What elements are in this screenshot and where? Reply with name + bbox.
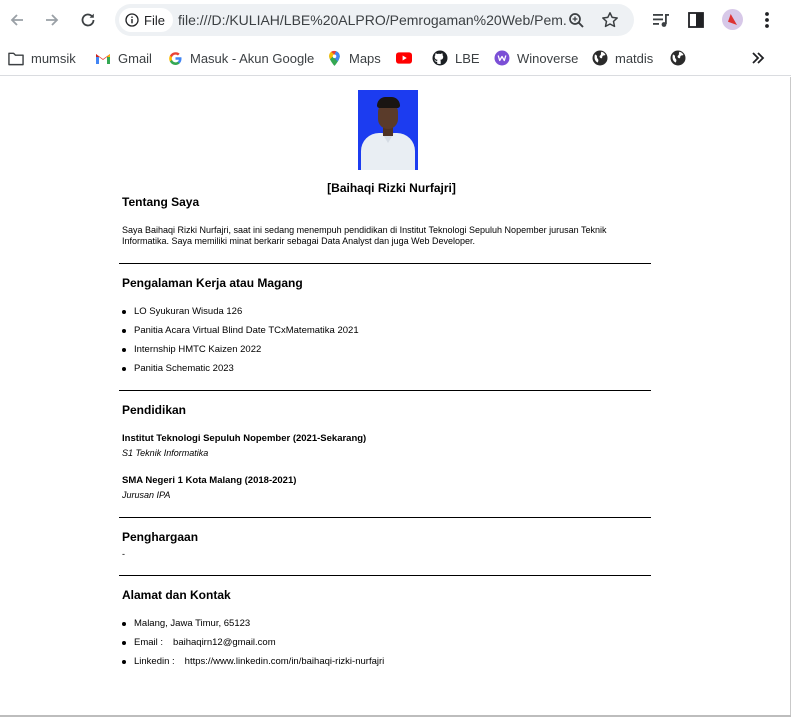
kebab-menu-icon	[765, 12, 769, 28]
contact-list: Malang, Jawa Timur, 65123 Email : baihaqi…	[122, 618, 384, 675]
file-chip-label: File	[144, 12, 165, 28]
list-item: Panitia Acara Virtual Blind Date TCxMate…	[122, 325, 359, 344]
bookmark-label: matdis	[615, 50, 654, 66]
maps-icon	[326, 50, 342, 66]
experience-list: LO Syukuran Wisuda 126 Panitia Acara Vir…	[122, 306, 359, 382]
bookmark-lbe[interactable]: LBE	[432, 48, 480, 68]
bookmark-gmail[interactable]: Gmail	[95, 48, 152, 68]
media-controls-icon	[653, 14, 669, 27]
education-school: Institut Teknologi Sepuluh Nopember (202…	[122, 433, 367, 444]
gmail-icon	[95, 50, 111, 66]
linkedin-label: Linkedin :	[134, 656, 175, 667]
bookmarks-overflow-button[interactable]	[750, 48, 766, 68]
profile-photo	[358, 90, 418, 170]
bookmarks-bar: mumsik Gmail Masuk - Akun Google Maps LB…	[0, 40, 791, 76]
list-item: Internship HMTC Kaizen 2022	[122, 344, 359, 363]
bookmark-star-button[interactable]	[600, 10, 620, 30]
address-bar[interactable]: File file:///D:/KULIAH/LBE%20ALPRO/Pemro…	[115, 4, 634, 36]
awards-text: -	[122, 549, 125, 559]
education-degree: Jurusan IPA	[122, 490, 171, 500]
section-divider	[119, 263, 651, 264]
section-divider	[119, 517, 651, 518]
list-item: Panitia Schematic 2023	[122, 363, 359, 382]
email-label: Email :	[134, 637, 164, 648]
contact-heading: Alamat dan Kontak	[122, 588, 231, 602]
browser-menu-button[interactable]	[756, 9, 778, 31]
zoom-button[interactable]	[566, 10, 586, 30]
education-degree: S1 Teknik Informatika	[122, 448, 209, 458]
bookmark-globe[interactable]	[670, 48, 693, 68]
star-icon	[602, 12, 618, 28]
linkedin-value: https://www.linkedin.com/in/baihaqi-rizk…	[184, 656, 385, 667]
reload-icon	[81, 13, 95, 27]
education-school: SMA Negeri 1 Kota Malang (2018-2021)	[122, 475, 297, 486]
github-icon	[432, 50, 448, 66]
bookmark-label: Winoverse	[517, 50, 579, 66]
profile-avatar[interactable]	[722, 9, 743, 30]
winoverse-icon	[494, 50, 510, 66]
globe-icon	[670, 50, 686, 66]
double-chevron-right-icon	[750, 50, 766, 66]
google-icon	[167, 50, 183, 66]
photo-hair	[377, 97, 400, 108]
arrow-left-icon	[10, 14, 23, 26]
bookmark-label: Masuk - Akun Google	[190, 50, 315, 66]
youtube-icon	[396, 50, 412, 66]
bookmark-label: LBE	[455, 50, 480, 66]
bookmark-google-account[interactable]: Masuk - Akun Google	[167, 48, 314, 68]
site-info-chip[interactable]: File	[119, 8, 173, 32]
bookmark-label: Gmail	[118, 50, 152, 66]
profile-name: [Baihaqi Rizki Nurfajri]	[327, 181, 456, 195]
about-heading: Tentang Saya	[122, 195, 200, 209]
experience-heading: Pengalaman Kerja atau Magang	[122, 276, 303, 290]
forward-button[interactable]	[40, 8, 64, 32]
side-panel-button[interactable]	[685, 9, 707, 31]
about-text: Saya Baihaqi Rizki Nurfajri, saat ini se…	[122, 225, 607, 246]
bookmark-mumsik[interactable]: mumsik	[8, 48, 76, 68]
email-value: baihaqirn12@gmail.com	[173, 637, 276, 648]
media-controls-button[interactable]	[650, 9, 672, 31]
globe-icon	[592, 50, 608, 66]
contact-linkedin: Linkedin : https://www.linkedin.com/in/ba…	[122, 656, 384, 675]
folder-icon	[8, 50, 24, 66]
section-divider	[119, 575, 651, 576]
browser-toolbar: File file:///D:/KULIAH/LBE%20ALPRO/Pemro…	[0, 0, 791, 40]
education-heading: Pendidikan	[122, 403, 187, 417]
zoom-icon	[568, 12, 584, 28]
url-text[interactable]: file:///D:/KULIAH/LBE%20ALPRO/Pemrogaman…	[178, 12, 568, 28]
reload-button[interactable]	[76, 8, 100, 32]
bookmark-matdis[interactable]: matdis	[592, 48, 653, 68]
bookmark-label: Maps	[349, 50, 381, 66]
info-icon	[125, 13, 139, 27]
list-item: LO Syukuran Wisuda 126	[122, 306, 359, 325]
bookmark-label: mumsik	[31, 50, 76, 66]
contact-address: Malang, Jawa Timur, 65123	[122, 618, 384, 637]
arrow-right-icon	[46, 14, 59, 26]
side-panel-icon	[688, 12, 704, 28]
bookmark-winoverse[interactable]: Winoverse	[494, 48, 578, 68]
avatar-logo	[728, 14, 737, 25]
page-content: [Baihaqi Rizki Nurfajri] Tentang Saya Sa…	[0, 77, 791, 715]
bookmark-youtube[interactable]	[396, 48, 419, 68]
section-divider	[119, 390, 651, 391]
contact-email: Email : baihaqirn12@gmail.com	[122, 637, 384, 656]
back-button[interactable]	[5, 8, 29, 32]
awards-heading: Penghargaan	[122, 530, 199, 544]
bookmark-maps[interactable]: Maps	[326, 48, 381, 68]
